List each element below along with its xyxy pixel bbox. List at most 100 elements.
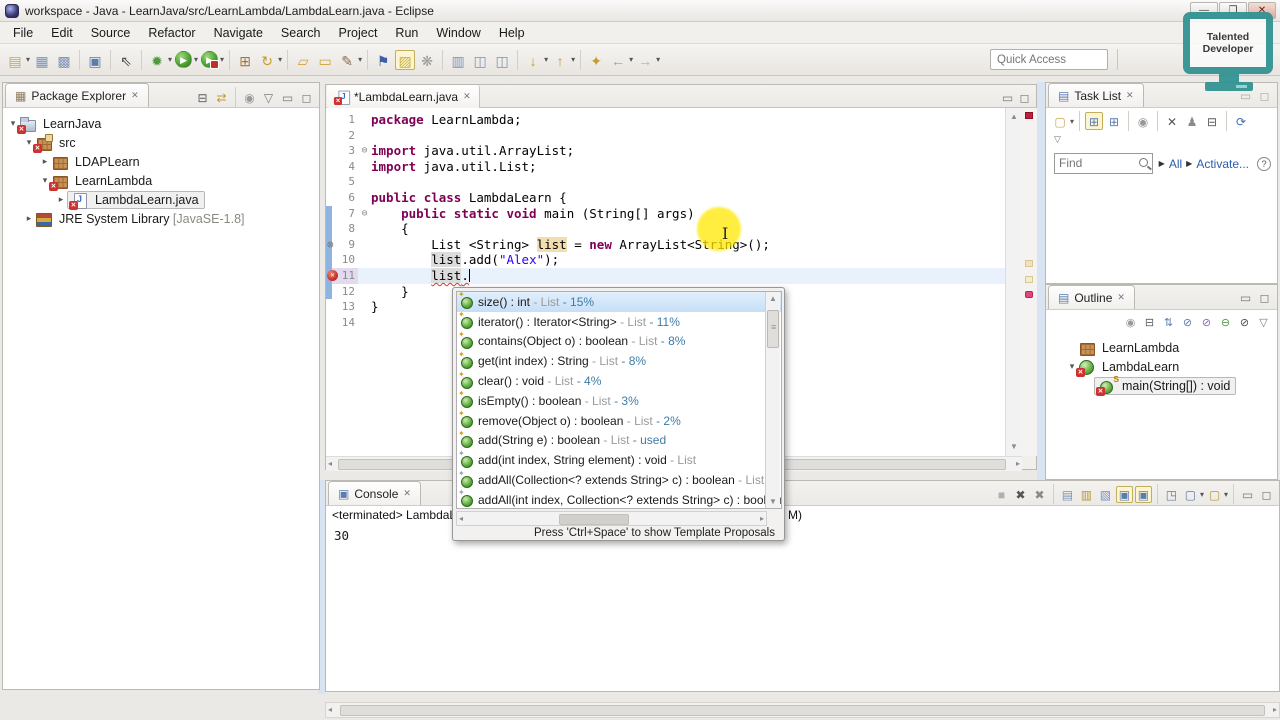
hide-static-members-icon[interactable]: ⊘ [1198,314,1215,331]
prev-annotation-icon[interactable]: ↑ [550,50,570,70]
annotate-icon[interactable]: ✎ [337,50,357,70]
close-icon[interactable]: ✕ [1126,90,1134,101]
code-text[interactable]: public static void main (String[] args) [371,206,1005,222]
save-icon[interactable]: ▦ [32,50,52,70]
collapse-all-icon[interactable]: ⊟ [1203,112,1221,130]
editor-tab[interactable]: ✕ *LambdaLearn.java ✕ [327,85,480,108]
menu-edit[interactable]: Edit [42,23,82,43]
maximize-icon[interactable]: ◻ [1258,486,1275,503]
dropdown-arrow-icon[interactable]: ▾ [194,55,198,64]
update-icon[interactable]: ↻ [257,50,277,70]
menu-file[interactable]: File [4,23,42,43]
terminate-icon[interactable]: ■ [993,486,1010,503]
new-java-project-icon[interactable]: ⊞ [235,50,255,70]
overview-ruler[interactable] [1022,108,1037,456]
selected-tree-item[interactable]: ✕ Smain(String[]) : void [1094,374,1237,396]
hide-non-public-icon[interactable]: ⊖ [1217,314,1234,331]
tree-item-ldaplearn[interactable]: ▸ LDAPLearn [3,152,319,171]
scrollbar-thumb[interactable] [767,310,779,348]
editor-right-sash[interactable] [1037,82,1045,480]
completion-item[interactable]: ✦ isEmpty() : boolean - List - 3% [457,391,781,411]
tree-arrow-icon[interactable]: ▸ [23,213,35,224]
dropdown-arrow-icon[interactable]: ▾ [629,55,633,64]
code-text[interactable]: public class LambdaLearn { [371,190,1005,206]
tree-item-lambdalearn[interactable]: ▾ ✕ LambdaLearn [1046,357,1277,377]
scrollbar-thumb[interactable] [340,705,1265,716]
code-text[interactable]: { [371,221,1005,237]
open-console-icon[interactable]: ▢ [1206,486,1223,503]
code-text[interactable] [371,174,1005,190]
hide-fields-icon[interactable]: ⊘ [1179,314,1196,331]
minimize-icon[interactable]: ▭ [279,89,296,106]
code-text[interactable]: List <String> list = new ArrayList<Strin… [371,236,1005,253]
task-find-input[interactable] [1055,154,1143,171]
scheduled-view-icon[interactable]: ⊞ [1105,112,1123,130]
scrollbar-thumb[interactable] [559,514,629,525]
sort-icon[interactable]: ⇅ [1160,314,1177,331]
open-console-icon[interactable]: ▣ [85,50,105,70]
console-tab[interactable]: ▣ Console ✕ [328,481,421,505]
completion-item[interactable]: ✦ addAll(int index, Collection<? extends … [457,490,781,508]
help-icon[interactable]: ? [1257,156,1271,171]
hide-completed-icon[interactable]: ✕ [1163,112,1181,130]
code-line-3[interactable]: 3 ⊖ import java.util.ArrayList; [326,143,1005,159]
scroll-right-icon[interactable]: ▸ [760,514,764,523]
code-line-6[interactable]: 6 public class LambdaLearn { [326,190,1005,206]
scroll-left-icon[interactable]: ◂ [459,514,463,523]
code-line-9[interactable]: ⊗ 9 List <String> list = new ArrayList<St… [326,236,1005,253]
editor-vertical-scrollbar[interactable]: ▲ ▼ [1005,108,1022,456]
error-marker[interactable] [1025,291,1033,298]
scroll-right-icon[interactable]: ▸ [1016,459,1020,468]
scroll-down-icon[interactable]: ▼ [1006,440,1022,454]
last-edit-location-icon[interactable]: ✦ [586,50,606,70]
menu-refactor[interactable]: Refactor [139,23,204,43]
close-icon[interactable]: ✕ [1117,292,1125,303]
dropdown-arrow-icon[interactable]: ▾ [1070,117,1074,126]
code-text[interactable]: import java.util.List; [371,159,1005,175]
link-with-editor-icon[interactable]: ⇄ [213,89,230,106]
code-text[interactable] [371,128,1005,144]
scroll-left-icon[interactable]: ◂ [328,705,332,714]
popup-horizontal-scrollbar[interactable]: ◂ ▸ [456,511,767,526]
dropdown-arrow-icon[interactable]: ▾ [220,55,224,64]
scroll-right-icon[interactable]: ▸ [1273,705,1277,714]
synchronize-icon[interactable]: ⟳ [1232,112,1250,130]
code-line-10[interactable]: 10 list.add("Alex"); [326,252,1005,268]
close-icon[interactable]: ✕ [403,488,411,499]
minimize-icon[interactable]: ▭ [1239,486,1256,503]
scroll-up-icon[interactable]: ▲ [766,294,780,303]
menu-project[interactable]: Project [330,23,387,43]
remove-all-launches-icon[interactable]: ✖ [1031,486,1048,503]
chevron-down-icon[interactable]: ▽ [1046,134,1277,147]
selected-tree-item[interactable]: ✕ LambdaLearn.java [67,190,205,210]
arrow-icon[interactable]: ▶ [1159,159,1165,168]
maximize-icon[interactable]: ◻ [1256,289,1273,306]
search-icon[interactable]: ⚑ [373,50,393,70]
categorized-view-icon[interactable]: ⊞ [1085,112,1104,130]
external-tools-icon[interactable]: ❋ [417,50,437,70]
dropdown-arrow-icon[interactable]: ▾ [168,55,172,64]
dropdown-arrow-icon[interactable]: ▾ [358,55,362,64]
quick-access-input[interactable] [990,49,1108,70]
task-list-tab[interactable]: ▤ Task List ✕ [1048,83,1144,107]
code-line-4[interactable]: 4 import java.util.List; [326,159,1005,175]
pointer-icon[interactable]: ⇖ [116,50,136,70]
coverage-icon[interactable]: ▶ [201,51,220,69]
dropdown-arrow-icon[interactable]: ▾ [1200,490,1204,499]
tree-item-lambdalearn-java[interactable]: ▸✕ LambdaLearn.java [3,190,319,210]
new-wizard-icon[interactable]: ▤ [5,50,25,70]
debug-icon[interactable]: ✹ [147,50,167,70]
code-line-2[interactable]: 2 [326,128,1005,144]
next-edit-icon[interactable]: ▥ [448,50,468,70]
arrow-icon[interactable]: ▶ [1186,159,1192,168]
dropdown-arrow-icon[interactable]: ▾ [26,55,30,64]
scroll-up-icon[interactable]: ▲ [1006,110,1022,124]
menu-navigate[interactable]: Navigate [205,23,272,43]
collapse-all-icon[interactable]: ⊟ [194,89,211,106]
completion-item[interactable]: ✦ add(int index, String element) : void -… [457,450,781,470]
filter-person-icon[interactable]: ♟ [1183,112,1201,130]
tree-item-jre-system-library[interactable]: ▸ JRE System Library [JavaSE-1.8] [3,209,319,228]
completion-item[interactable]: ✦ add(String e) : boolean - List - used [457,431,781,451]
code-line-1[interactable]: 1 package LearnLambda; [326,112,1005,128]
tree-arrow-icon[interactable]: ▸ [39,156,51,167]
